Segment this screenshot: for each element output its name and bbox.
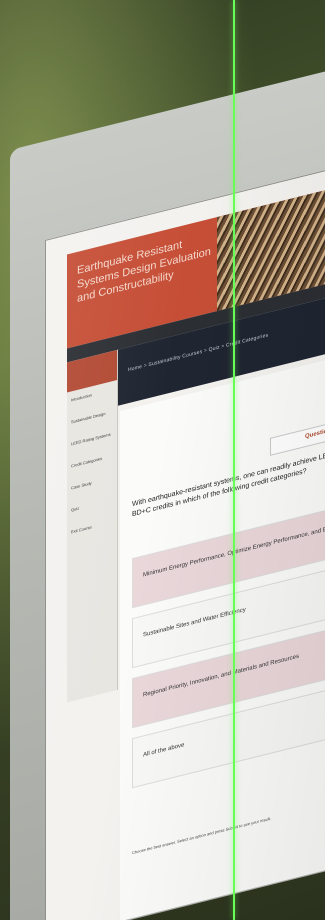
quiz-instructions: Choose the best answer. Select an option…: [132, 815, 271, 856]
course-title: Earthquake Resistant Systems Design Eval…: [77, 238, 211, 306]
question-text: With earthquake-resistant systems, one c…: [132, 450, 325, 519]
answer-option-label: Sustainable Sites and Water Efficiency: [143, 606, 246, 639]
green-scanline: [233, 0, 235, 920]
question-number: Question 2: [305, 426, 325, 441]
quiz-panel: Question 2 With earthquake-resistant sys…: [120, 347, 325, 920]
question-number-box: Question 2: [270, 414, 325, 456]
sidebar-item-case-study[interactable]: Case Study: [71, 475, 113, 490]
sidebar-item-quiz[interactable]: Quiz: [71, 497, 113, 512]
sidebar-item-sustainable-design[interactable]: Sustainable Design: [71, 409, 113, 425]
monitor-screen: Earthquake Resistant Systems Design Eval…: [45, 160, 325, 920]
sidebar-item-credit-categories[interactable]: Credit Categories: [71, 453, 113, 469]
course-sidebar: Introduction Sustainable Design LEED Rat…: [67, 349, 118, 703]
sidebar-item-leed-rating-systems[interactable]: LEED Rating Systems: [71, 431, 113, 447]
answer-option-label: All of the above: [143, 742, 185, 759]
sidebar-item-exit-course[interactable]: Exit Course: [71, 519, 113, 534]
answer-option-label: Regional Priority, Innovation, and Mater…: [143, 653, 299, 699]
photo-scene: Earthquake Resistant Systems Design Eval…: [0, 0, 325, 920]
